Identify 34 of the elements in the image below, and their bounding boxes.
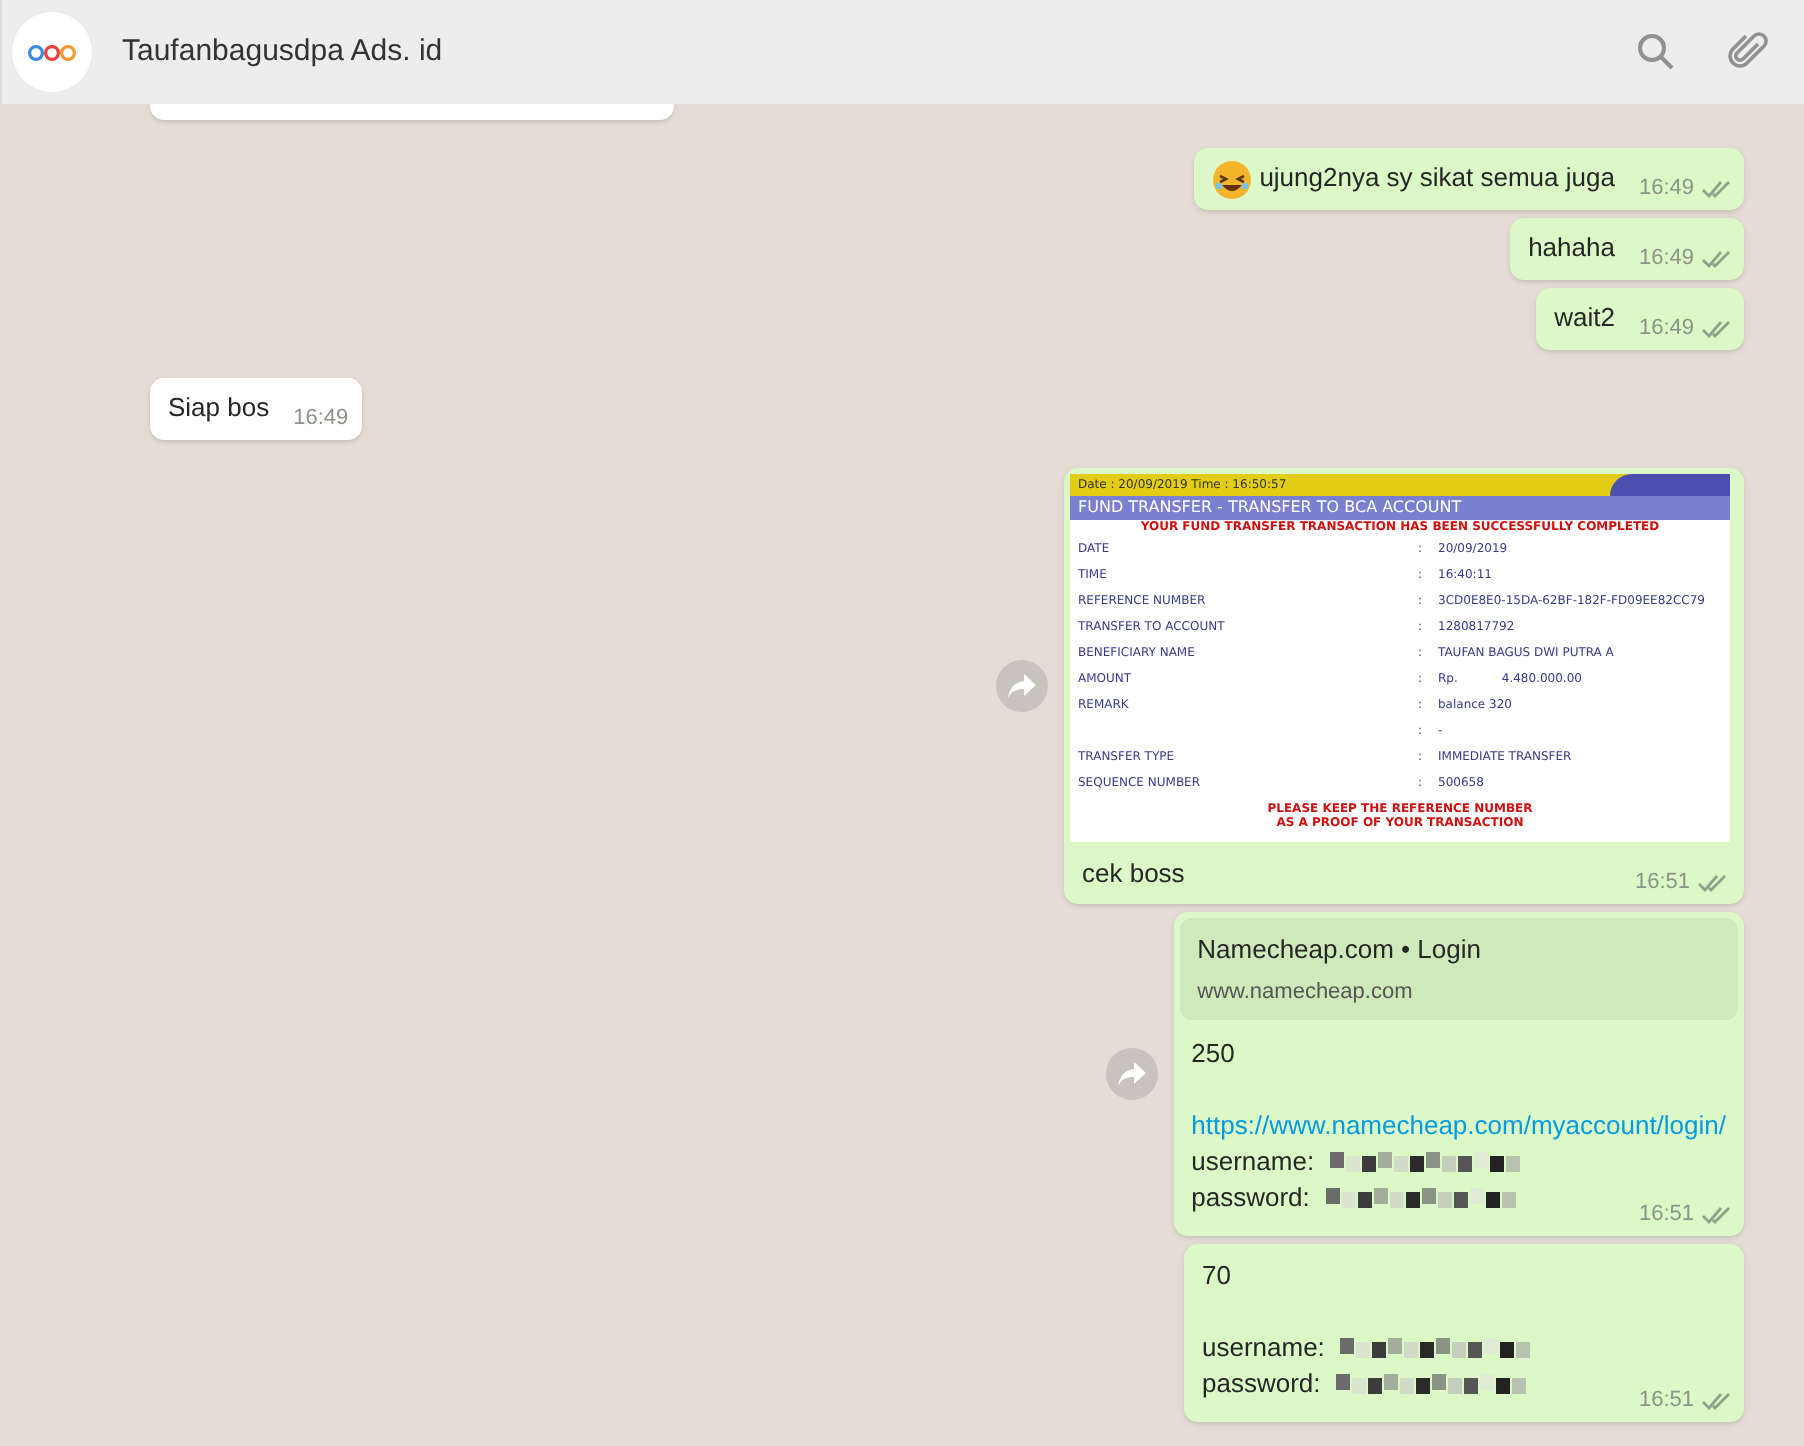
message-text: 70 xyxy=(1202,1257,1233,1293)
receipt-screenshot[interactable] xyxy=(1070,474,1730,842)
search-icon xyxy=(1636,32,1676,72)
message-text: Siap bos xyxy=(168,390,270,426)
credential-label: username: xyxy=(1202,1329,1325,1365)
link-preview-title: Namecheap.com • Login xyxy=(1197,931,1483,968)
forward-arrow-icon xyxy=(1117,1061,1146,1085)
logo-icon xyxy=(28,43,76,61)
message-time: 16:51 xyxy=(1634,871,1690,893)
message-time: 16:51 xyxy=(1638,1203,1694,1225)
contact-name: Taufanbagusdpa Ads. id xyxy=(122,31,445,72)
receipt-title: FUND TRANSFER - TRANSFER TO BCA ACCOUNT xyxy=(1070,496,1730,520)
forward-button[interactable] xyxy=(996,659,1048,712)
link-preview[interactable]: Namecheap.com • Login www.namecheap.com xyxy=(1179,917,1738,1019)
message-text: 250 xyxy=(1191,1035,1237,1071)
message-text: ujung2nya sy sikat semua juga xyxy=(1259,160,1615,196)
message-time: 16:49 xyxy=(1638,178,1694,200)
link-preview-domain: www.namecheap.com xyxy=(1197,978,1415,1008)
message-time: 16:51 xyxy=(1638,1389,1694,1411)
paperclip-icon xyxy=(1728,30,1768,74)
message-time: 16:49 xyxy=(293,408,349,430)
credential-label: username: xyxy=(1191,1143,1315,1179)
forward-button[interactable] xyxy=(1105,1047,1158,1099)
message-time: 16:49 xyxy=(1638,248,1694,270)
forward-arrow-icon xyxy=(1008,673,1036,698)
credential-label: password: xyxy=(1202,1365,1321,1401)
message-text: hahaha xyxy=(1528,230,1615,266)
message-time: 16:49 xyxy=(1638,318,1694,340)
contact-avatar[interactable] xyxy=(12,12,92,92)
receipt-corner-shape xyxy=(1610,474,1730,496)
credential-label: password: xyxy=(1191,1179,1310,1215)
laughing-face-icon xyxy=(1211,160,1252,200)
message-text: cek boss xyxy=(1082,856,1185,892)
message-text: wait2 xyxy=(1554,300,1615,336)
